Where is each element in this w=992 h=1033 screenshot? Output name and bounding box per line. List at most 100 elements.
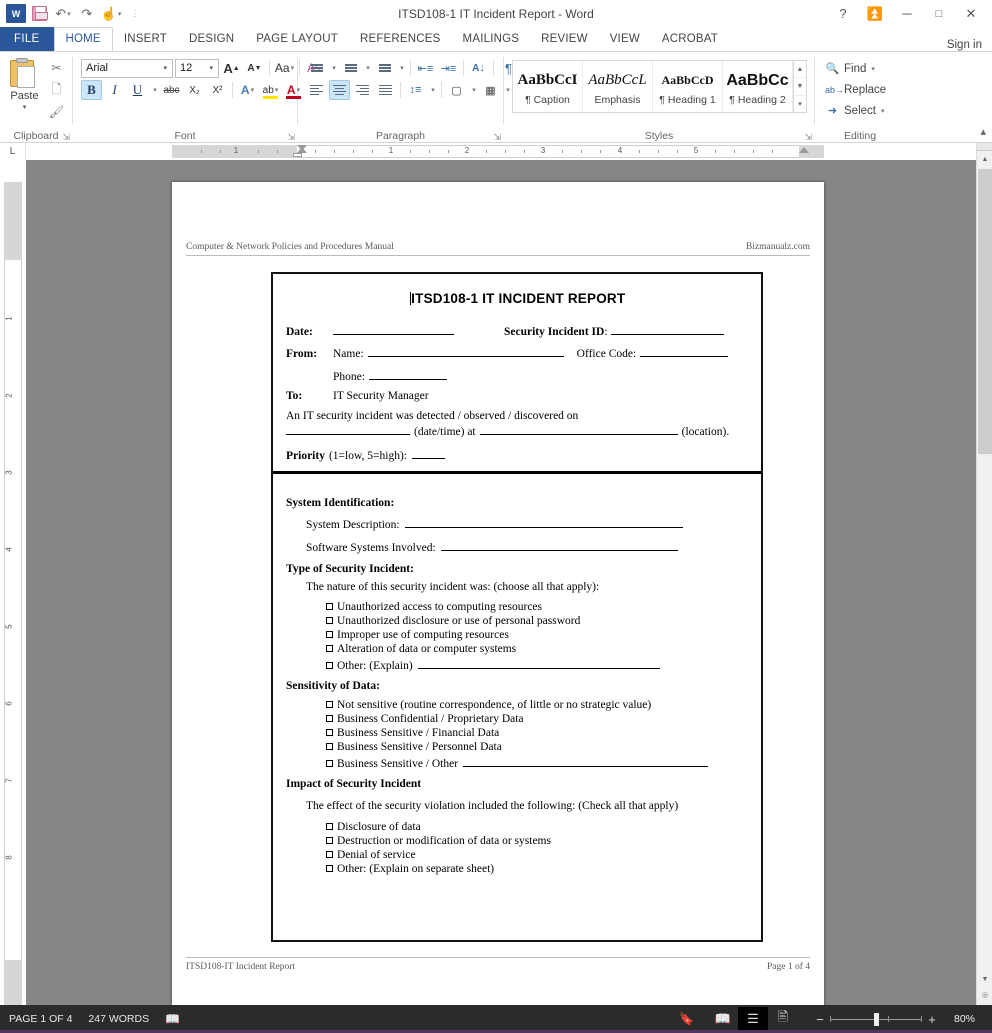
checkbox-row[interactable]: Business Sensitive / Other xyxy=(326,756,749,771)
checkbox-row[interactable]: Unauthorized access to computing resourc… xyxy=(326,602,749,614)
checkbox-row[interactable]: Other: (Explain) xyxy=(326,658,749,673)
word-count[interactable]: 247 WORDS xyxy=(88,1013,149,1025)
chevron-down-icon[interactable]: ▾ xyxy=(881,107,885,115)
text-effects-icon[interactable]: A▾ xyxy=(237,80,258,100)
line-spacing-icon[interactable]: ↕≡ xyxy=(405,80,426,100)
change-case-icon[interactable]: Aa▾ xyxy=(274,58,295,78)
font-family-combo[interactable]: Arial ▾ xyxy=(81,59,173,78)
zoom-control[interactable]: − + 80% xyxy=(810,1011,984,1027)
split-window-handle[interactable] xyxy=(977,143,992,151)
style-item-heading-2[interactable]: AaBbCc ¶ Heading 2 xyxy=(723,61,793,112)
tab-insert[interactable]: INSERT xyxy=(113,27,178,51)
checkbox-icon[interactable] xyxy=(326,760,333,767)
checkbox-icon[interactable] xyxy=(326,837,333,844)
zoom-slider[interactable] xyxy=(830,1011,922,1027)
checkbox-row[interactable]: Denial of service xyxy=(326,850,749,862)
vertical-ruler[interactable]: 1 2 3 4 5 6 7 8 xyxy=(0,160,26,1005)
tab-acrobat[interactable]: ACROBAT xyxy=(651,27,729,51)
subscript-button[interactable]: X₂ xyxy=(184,80,205,100)
underline-button[interactable]: U xyxy=(127,80,148,100)
style-item-heading-1[interactable]: AaBbCcD ¶ Heading 1 xyxy=(653,61,723,112)
checkbox-row[interactable]: Destruction or modification of data or s… xyxy=(326,836,749,848)
zoom-level[interactable]: 80% xyxy=(954,1013,984,1025)
ribbon-display-options-icon[interactable]: ⏫ xyxy=(860,3,890,25)
scroll-down-icon[interactable]: ▼ xyxy=(977,971,992,987)
system-description-input-line[interactable] xyxy=(405,517,683,528)
paste-button[interactable]: Paste ▾ xyxy=(4,56,45,111)
tab-design[interactable]: DESIGN xyxy=(178,27,245,51)
document-page[interactable]: Computer & Network Policies and Procedur… xyxy=(172,182,824,1005)
chevron-down-icon[interactable]: ▾ xyxy=(160,64,170,72)
proofing-errors-icon[interactable]: 📖 xyxy=(165,1012,180,1026)
tab-mailings[interactable]: MAILINGS xyxy=(452,27,531,51)
checkbox-row[interactable]: Business Confidential / Proprietary Data xyxy=(326,714,749,726)
security-incident-id-input-line[interactable] xyxy=(611,324,724,335)
collapse-ribbon-icon[interactable]: ▴ xyxy=(980,125,986,138)
bold-button[interactable]: B xyxy=(81,80,102,100)
print-layout-icon[interactable]: ☰ xyxy=(738,1007,768,1031)
multilevel-dropdown-icon[interactable]: ▾ xyxy=(397,58,406,78)
strikethrough-button[interactable]: abc xyxy=(161,80,182,100)
checkbox-row[interactable]: Disclosure of data xyxy=(326,822,749,834)
checkbox-row[interactable]: Improper use of computing resources xyxy=(326,630,749,642)
checkbox-row[interactable]: Not sensitive (routine correspondence, o… xyxy=(326,700,749,712)
zoom-in-icon[interactable]: + xyxy=(922,1012,942,1027)
align-left-icon[interactable] xyxy=(306,80,327,100)
shading-dropdown-icon[interactable]: ▾ xyxy=(469,80,478,100)
sort-icon[interactable]: A↓ xyxy=(468,58,489,78)
office-code-input-line[interactable] xyxy=(640,346,728,357)
checkbox-row[interactable]: Other: (Explain on separate sheet) xyxy=(326,864,749,876)
italic-button[interactable]: I xyxy=(104,80,125,100)
undo-icon[interactable]: ↶▾ xyxy=(52,4,74,24)
style-item-caption[interactable]: AaBbCcI ¶ Caption xyxy=(513,61,583,112)
bullets-dropdown-icon[interactable]: ▾ xyxy=(329,58,338,78)
name-input-line[interactable] xyxy=(368,346,564,357)
checkbox-icon[interactable] xyxy=(326,617,333,624)
web-layout-icon[interactable]: 🖹 xyxy=(768,1007,798,1031)
checkbox-icon[interactable] xyxy=(326,715,333,722)
checkbox-icon[interactable] xyxy=(326,631,333,638)
checkbox-icon[interactable] xyxy=(326,743,333,750)
chevron-down-icon[interactable]: ▾ xyxy=(4,103,45,111)
tab-review[interactable]: REVIEW xyxy=(530,27,599,51)
replace-button[interactable]: ab→ Replace xyxy=(819,79,886,100)
copy-icon[interactable]: 🗋 xyxy=(48,82,64,98)
cut-icon[interactable]: ✂ xyxy=(48,60,64,76)
align-right-icon[interactable] xyxy=(352,80,373,100)
justify-icon[interactable] xyxy=(375,80,396,100)
chevron-down-icon[interactable]: ▾ xyxy=(206,64,216,72)
date-input-line[interactable] xyxy=(333,324,454,335)
format-painter-icon[interactable]: 🖌 xyxy=(48,104,64,120)
redo-icon[interactable]: ↷ xyxy=(76,4,98,24)
vertical-scrollbar[interactable]: ▲ ▼ ◎ xyxy=(976,143,992,1005)
minimize-icon[interactable]: ─ xyxy=(892,3,922,25)
checkbox-icon[interactable] xyxy=(326,823,333,830)
software-systems-input-line[interactable] xyxy=(441,540,678,551)
tab-page-layout[interactable]: PAGE LAYOUT xyxy=(245,27,349,51)
datetime-input-line[interactable] xyxy=(286,424,410,435)
priority-input-line[interactable] xyxy=(412,448,445,459)
multilevel-list-icon[interactable] xyxy=(374,58,395,78)
maximize-icon[interactable]: □ xyxy=(924,3,954,25)
tab-references[interactable]: REFERENCES xyxy=(349,27,452,51)
bullets-icon[interactable] xyxy=(306,58,327,78)
decrease-indent-icon[interactable]: ⇤≡ xyxy=(415,58,436,78)
checkbox-icon[interactable] xyxy=(326,865,333,872)
read-mode-icon[interactable]: 📖 xyxy=(708,1007,738,1031)
shading-icon[interactable]: ▢ xyxy=(446,80,467,100)
horizontal-ruler-strip[interactable]: 1 1 2 3 4 5 xyxy=(26,145,976,158)
macro-record-icon[interactable]: 🔖 xyxy=(679,1012,694,1026)
numbering-dropdown-icon[interactable]: ▾ xyxy=(363,58,372,78)
tab-file[interactable]: FILE xyxy=(0,27,54,51)
align-center-icon[interactable] xyxy=(329,80,350,100)
horizontal-ruler[interactable]: L 1 1 2 3 4 5 xyxy=(0,143,976,160)
save-icon[interactable] xyxy=(28,4,50,24)
increase-indent-icon[interactable]: ⇥≡ xyxy=(438,58,459,78)
checkbox-icon[interactable] xyxy=(326,662,333,669)
styles-scroll-down-icon[interactable]: ▼ xyxy=(794,78,806,95)
zoom-slider-thumb[interactable] xyxy=(874,1013,879,1026)
select-button[interactable]: ➜ Select ▾ xyxy=(819,100,884,121)
style-item-emphasis[interactable]: AaBbCcL Emphasis xyxy=(583,61,653,112)
zoom-out-icon[interactable]: − xyxy=(810,1012,830,1027)
checkbox-icon[interactable] xyxy=(326,851,333,858)
